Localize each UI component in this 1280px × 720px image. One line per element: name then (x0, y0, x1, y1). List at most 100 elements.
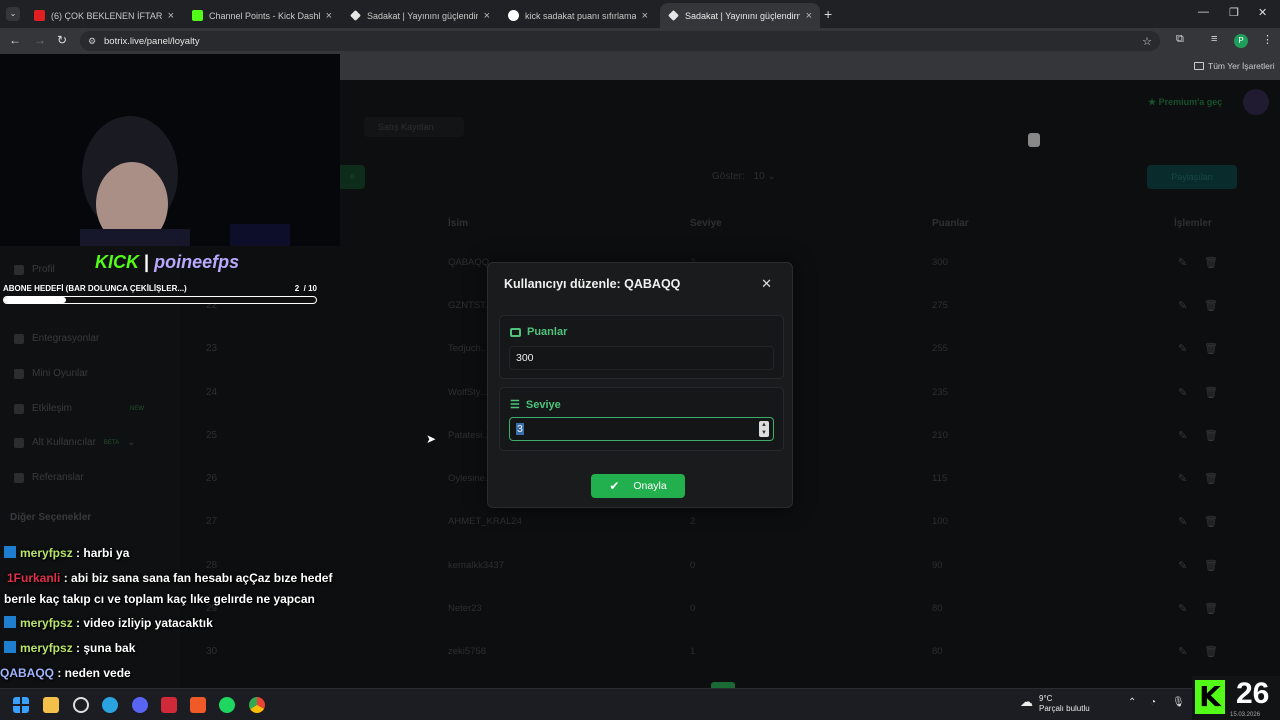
date-text: 15.03.2026 (1230, 712, 1261, 718)
all-bookmarks-button[interactable]: Tüm Yer İşaretleri (1194, 61, 1275, 71)
webcam-image (0, 54, 340, 259)
spotify-icon[interactable] (219, 697, 235, 713)
sub-counter-overlay: K 26 15.03.2026 (1192, 676, 1280, 720)
forward-icon[interactable]: → (34, 33, 46, 47)
level-label: ☰ Seviye (510, 398, 561, 412)
back-icon[interactable]: ← (9, 33, 21, 47)
close-icon[interactable]: ✕ (761, 276, 772, 292)
close-tab-icon[interactable]: × (484, 10, 490, 22)
banner-divider: | (144, 252, 150, 272)
webcam-overlay (0, 54, 340, 259)
botrix-icon (668, 10, 679, 21)
extensions-icon[interactable]: ⧉ (1176, 33, 1184, 46)
botrix-icon (350, 10, 361, 21)
chat-text: : harbi ya (76, 546, 130, 560)
chat-message: 1Furkanli : abi biz sana sana fan hesabı… (4, 571, 332, 585)
confirm-button[interactable]: ✔ Onayla (591, 474, 685, 498)
chat-message: berıle kaç takıp cı ve toplam kaç lıke g… (4, 592, 315, 606)
level-stepper[interactable]: ▲ ▼ (759, 421, 769, 437)
chat-message: meryfpsz : şuna bak (4, 641, 135, 655)
goal-label: ABONE HEDEFİ (BAR DOLUNCA ÇEKİLİŞLER...) (3, 284, 187, 293)
close-window-button[interactable]: ✕ (1258, 6, 1267, 19)
browser-tab[interactable]: Channel Points - Kick Dashboar...× (184, 3, 340, 28)
chat-badge-icon (4, 641, 16, 653)
drag-handle-icon (1028, 133, 1040, 147)
subscriber-goal: ABONE HEDEFİ (BAR DOLUNCA ÇEKİLİŞLER...)… (3, 284, 317, 304)
browser-tab[interactable]: (6) ÇOK BEKLENEN İFTAR! | Alp...× (26, 3, 182, 28)
chat-username: meryfpsz (20, 546, 73, 560)
windows-start-icon[interactable] (13, 697, 29, 713)
windows-taskbar: ☁ 9°C Parçalı bulutlu ⌃ ◔ 🎙︎ (0, 688, 1280, 720)
chat-badge-icon (4, 546, 16, 558)
close-tab-icon[interactable]: × (168, 10, 174, 22)
tray-chevron-icon[interactable]: ⌃ (1128, 697, 1136, 708)
folder-icon (1194, 62, 1204, 70)
address-toolbar: ← → ↻ ⚙ botrix.live/panel/loyalty ☆ ⧉ ≡ … (0, 28, 1280, 54)
chat-username: QABAQQ (0, 666, 54, 680)
chat-username: meryfpsz (20, 641, 73, 655)
close-tab-icon[interactable]: × (326, 10, 332, 22)
chat-message: meryfpsz : harbi ya (4, 546, 129, 560)
check-icon: ✔ (609, 479, 620, 493)
browser-tab[interactable]: Sadakat | Yayınını güçlendirmek...× (342, 3, 498, 28)
chat-text: berıle kaç takıp cı ve toplam kaç lıke g… (4, 592, 315, 606)
level-field-group: ☰ Seviye 3 ▲ ▼ (499, 387, 784, 451)
stream-channel-banner: KICK | poineefps (95, 252, 239, 273)
url-bar[interactable]: ⚙ botrix.live/panel/loyalty ☆ (80, 31, 1160, 51)
chat-text: : neden vede (57, 666, 131, 680)
minimize-button[interactable]: — (1198, 6, 1209, 18)
discord-icon[interactable] (132, 697, 148, 713)
reload-icon[interactable]: ↻ (57, 33, 67, 47)
chat-username: 1Furkanli (7, 571, 61, 585)
channel-name: poineefps (154, 252, 240, 272)
menu-icon[interactable]: ⋮ (1262, 33, 1273, 46)
weather-widget[interactable]: ☁ 9°C Parçalı bulutlu (1020, 694, 1090, 714)
edit-user-modal: Kullanıcıyı düzenle: QABAQQ ✕ Puanlar 30… (487, 262, 793, 508)
file-explorer-icon[interactable] (43, 697, 59, 713)
close-tab-icon[interactable]: × (642, 10, 648, 22)
close-tab-icon[interactable]: × (806, 10, 812, 22)
points-input[interactable]: 300 (509, 346, 774, 370)
weather-cloud-icon: ☁ (1020, 694, 1033, 709)
kick-logo-text: KICK (95, 252, 139, 272)
app-icon[interactable] (161, 697, 177, 713)
kick-k-logo: K (1195, 680, 1225, 714)
network-icon[interactable]: ◔ (1150, 697, 1156, 708)
points-field-group: Puanlar 300 (499, 315, 784, 379)
chrome-icon[interactable] (249, 697, 265, 713)
layers-icon: ☰ (510, 399, 520, 411)
chat-text: : şuna bak (76, 641, 136, 655)
browser-tab[interactable]: kick sadakat puanı sıfırlama - G...× (500, 3, 656, 28)
modal-title: Kullanıcıyı düzenle: QABAQQ (504, 277, 681, 291)
browser-tab-strip: ⌄ (6) ÇOK BEKLENEN İFTAR! | Alp...× Chan… (0, 0, 1280, 28)
level-input[interactable]: 3 ▲ ▼ (509, 417, 774, 441)
profile-avatar[interactable]: P (1234, 34, 1248, 48)
browser-tab-active[interactable]: Sadakat | Yayınını güçlendirmek...× (660, 3, 820, 28)
restore-button[interactable]: ❐ (1229, 6, 1239, 19)
telegram-icon[interactable] (102, 697, 118, 713)
chat-message: QABAQQ : neden vede (0, 666, 131, 680)
chat-message: meryfpsz : video izliyip yatacaktık (4, 616, 213, 630)
chat-username: meryfpsz (20, 616, 73, 630)
microphone-icon[interactable]: 🎙︎ (1172, 697, 1185, 708)
youtube-icon (34, 10, 45, 21)
obs-icon[interactable] (73, 697, 89, 713)
brave-icon[interactable] (190, 697, 206, 713)
chat-text: : abi biz sana sana fan hesabı açÇaz bız… (63, 571, 333, 585)
media-icon[interactable]: ≡ (1211, 33, 1217, 45)
google-icon (508, 10, 519, 21)
bookmark-star-icon[interactable]: ☆ (1142, 35, 1152, 48)
tab-search-button[interactable]: ⌄ (6, 7, 20, 21)
chat-text: : video izliyip yatacaktık (76, 616, 213, 630)
url-text: botrix.live/panel/loyalty (104, 35, 200, 47)
sub-count: 26 (1236, 677, 1270, 710)
goal-progress-bar (3, 296, 317, 304)
coins-icon (510, 327, 521, 337)
kick-icon (192, 10, 203, 21)
goal-count: 2 / 10 (294, 284, 317, 293)
new-tab-button[interactable]: + (824, 6, 832, 22)
points-label: Puanlar (510, 326, 567, 338)
site-info-icon[interactable]: ⚙ (88, 36, 96, 47)
mouse-cursor-icon: ➤ (426, 432, 437, 446)
chat-badge-icon (4, 616, 16, 628)
